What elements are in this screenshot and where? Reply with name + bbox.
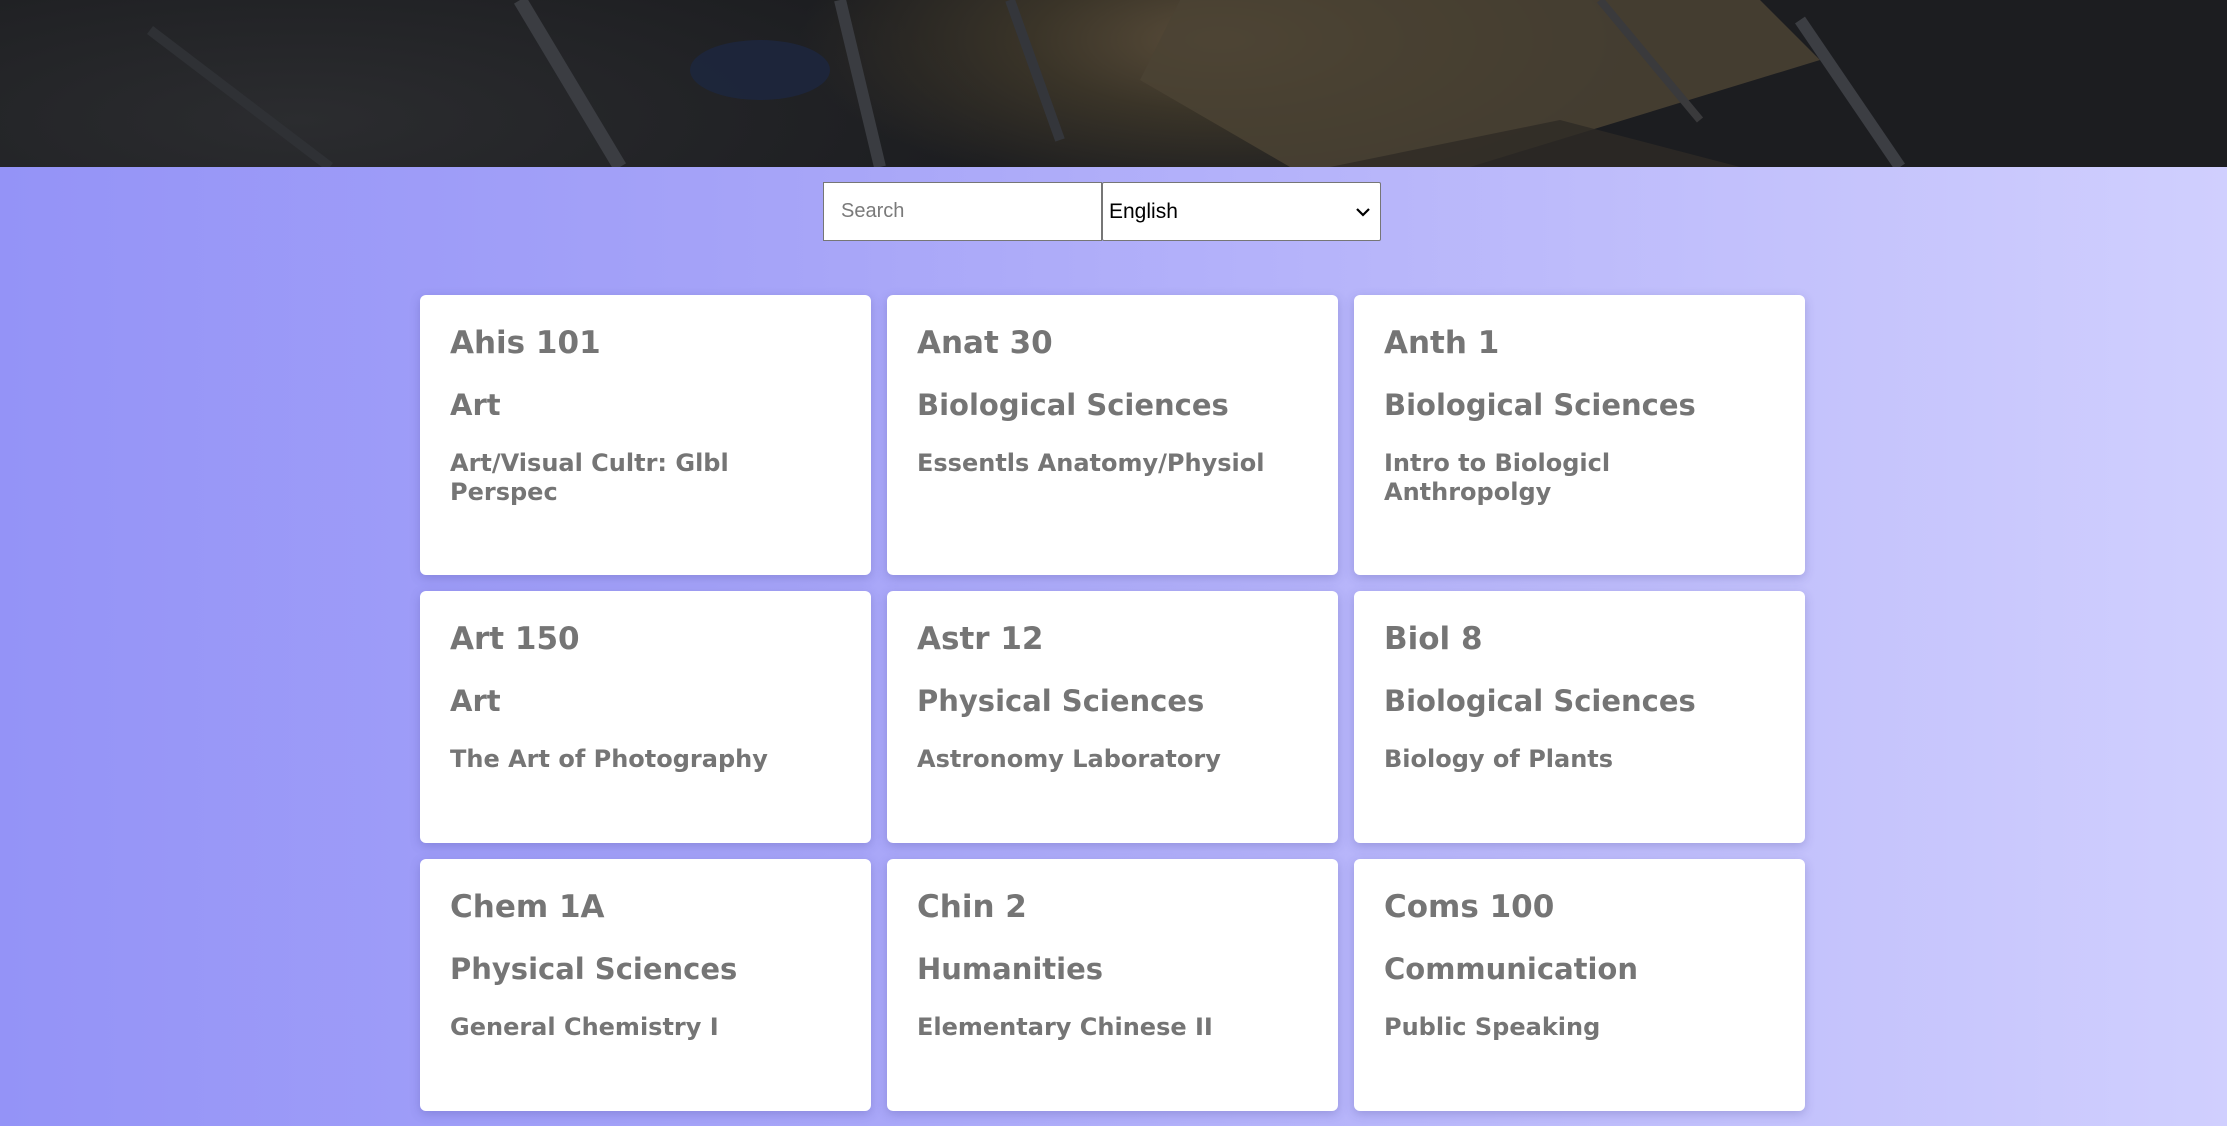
course-title: Art/Visual Cultr: Glbl Perspec	[450, 449, 729, 506]
language-selected-value: English	[1109, 199, 1178, 223]
course-department: Physical Sciences	[450, 952, 738, 986]
hero-banner-image	[0, 0, 2227, 167]
course-department: Biological Sciences	[1384, 684, 1696, 718]
course-code: Anth 1	[1384, 325, 1500, 361]
course-title: The Art of Photography	[450, 745, 768, 773]
course-grid: Ahis 101 Art Art/Visual Cultr: Glbl Pers…	[420, 295, 1806, 1111]
course-card[interactable]: Coms 100 Communication Public Speaking	[1354, 859, 1805, 1111]
course-department: Art	[450, 388, 501, 422]
course-title: Essentls Anatomy/Physiol	[917, 449, 1265, 477]
search-bar: English	[823, 182, 1381, 241]
course-code: Chem 1A	[450, 889, 605, 925]
course-department: Biological Sciences	[1384, 388, 1696, 422]
course-code: Ahis 101	[450, 325, 601, 361]
search-input[interactable]	[823, 182, 1102, 241]
course-department: Communication	[1384, 952, 1639, 986]
course-card[interactable]: Biol 8 Biological Sciences Biology of Pl…	[1354, 591, 1805, 843]
course-title: Intro to Biologicl Anthropolgy	[1384, 449, 1611, 506]
course-card[interactable]: Anat 30 Biological Sciences Essentls Ana…	[887, 295, 1338, 575]
course-code: Biol 8	[1384, 621, 1483, 657]
course-title: Astronomy Laboratory	[917, 745, 1221, 773]
course-card[interactable]: Anth 1 Biological Sciences Intro to Biol…	[1354, 295, 1805, 575]
course-card[interactable]: Chem 1A Physical Sciences General Chemis…	[420, 859, 871, 1111]
course-title: Biology of Plants	[1384, 745, 1614, 773]
course-department: Physical Sciences	[917, 684, 1205, 718]
course-code: Astr 12	[917, 621, 1044, 657]
course-card[interactable]: Astr 12 Physical Sciences Astronomy Labo…	[887, 591, 1338, 843]
course-title: General Chemistry I	[450, 1013, 719, 1041]
course-department: Biological Sciences	[917, 388, 1229, 422]
course-department: Humanities	[917, 952, 1104, 986]
language-select[interactable]: English	[1102, 182, 1381, 241]
course-card[interactable]: Art 150 Art The Art of Photography	[420, 591, 871, 843]
course-title: Elementary Chinese II	[917, 1013, 1213, 1041]
classroom-photo	[146, 0, 1905, 167]
course-code: Anat 30	[917, 325, 1053, 361]
course-card[interactable]: Ahis 101 Art Art/Visual Cultr: Glbl Pers…	[420, 295, 871, 575]
course-code: Chin 2	[917, 889, 1027, 925]
course-department: Art	[450, 684, 501, 718]
course-code: Art 150	[450, 621, 580, 657]
course-card[interactable]: Chin 2 Humanities Elementary Chinese II	[887, 859, 1338, 1111]
course-code: Coms 100	[1384, 889, 1555, 925]
chevron-down-icon	[1356, 204, 1370, 220]
course-title: Public Speaking	[1384, 1013, 1601, 1041]
